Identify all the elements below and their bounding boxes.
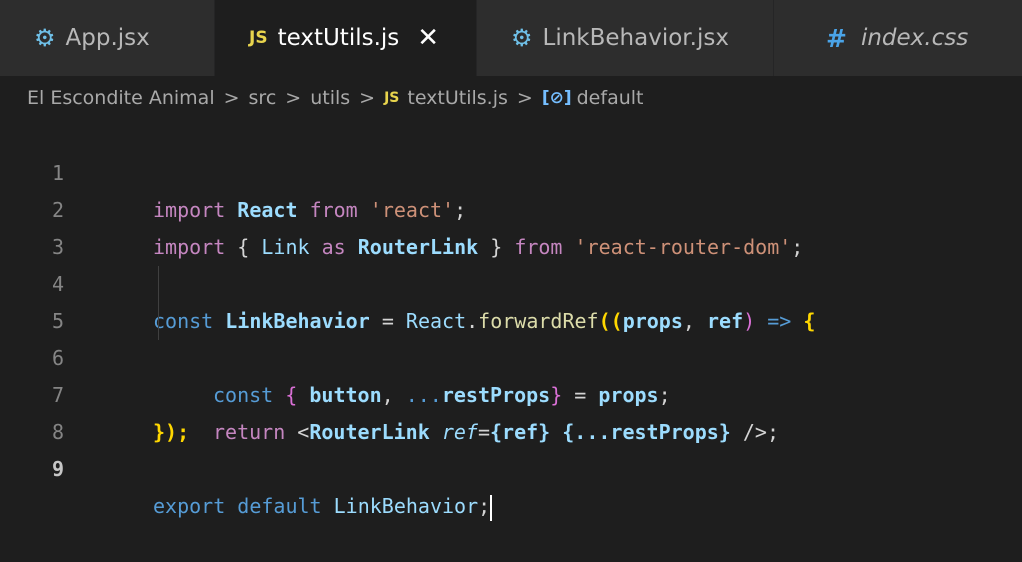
css-hash-icon: # <box>826 23 847 53</box>
breadcrumb-separator: > <box>223 87 240 109</box>
breadcrumb-item-file[interactable]: textUtils.js <box>407 87 508 109</box>
code-editor[interactable]: 1 import React from 'react'; 2 import { … <box>0 118 1022 521</box>
tab-label: textUtils.js <box>277 25 400 51</box>
code-content: export default LinkBehavior; <box>153 488 493 525</box>
tab-app-jsx[interactable]: ⚙ App.jsx <box>0 0 215 76</box>
breadcrumb-separator: > <box>359 87 376 109</box>
breadcrumb: El Escondite Animal > src > utils > JS t… <box>27 80 643 116</box>
close-icon[interactable]: ✕ <box>417 25 439 51</box>
code-line[interactable]: 5 const { button, ...restProps} = props; <box>0 266 1022 407</box>
code-line[interactable]: 1 import React from 'react'; <box>0 118 1022 222</box>
tab-linkbehavior-jsx[interactable]: ⚙ LinkBehavior.jsx <box>477 0 774 76</box>
editor-window: ⚙ App.jsx JS textUtils.js ✕ ⚙ LinkBehavi… <box>0 0 1022 521</box>
breadcrumb-item-src[interactable]: src <box>249 87 277 109</box>
react-gear-icon: ⚙ <box>34 24 56 52</box>
code-line[interactable]: 2 import { Link as RouterLink } from 're… <box>0 155 1022 259</box>
tab-textutils-js[interactable]: JS textUtils.js ✕ <box>215 0 477 76</box>
breadcrumb-separator: > <box>516 87 533 109</box>
tab-label: index.css <box>860 25 969 51</box>
indent-guide <box>158 266 159 303</box>
code-line[interactable]: 3 <box>0 192 1022 259</box>
tab-bar: ⚙ App.jsx JS textUtils.js ✕ ⚙ LinkBehavi… <box>0 0 1022 76</box>
code-line[interactable]: 4 const LinkBehavior = React.forwardRef(… <box>0 229 1022 333</box>
code-line[interactable]: 6 return <RouterLink ref={ref} {...restP… <box>0 303 1022 444</box>
breadcrumb-item-symbol[interactable]: default <box>577 87 644 109</box>
symbol-variable-icon: [⊘] <box>541 88 572 108</box>
tab-index-css[interactable]: # index.css <box>774 0 1022 76</box>
code-line-active[interactable]: 9 export default LinkBehavior; <box>0 414 1022 521</box>
breadcrumb-separator: > <box>285 87 302 109</box>
javascript-icon: JS <box>384 90 400 106</box>
breadcrumb-item-project[interactable]: El Escondite Animal <box>27 87 215 109</box>
indent-guide <box>158 303 159 340</box>
tab-label: LinkBehavior.jsx <box>542 25 729 51</box>
javascript-icon: JS <box>249 28 268 48</box>
code-line[interactable]: 7 }); <box>0 340 1022 444</box>
react-gear-icon: ⚙ <box>511 24 533 52</box>
tab-label: App.jsx <box>65 25 150 51</box>
code-line[interactable]: 8 <box>0 377 1022 444</box>
line-number: 9 <box>52 457 65 481</box>
breadcrumb-item-utils[interactable]: utils <box>310 87 350 109</box>
text-cursor <box>490 494 493 521</box>
